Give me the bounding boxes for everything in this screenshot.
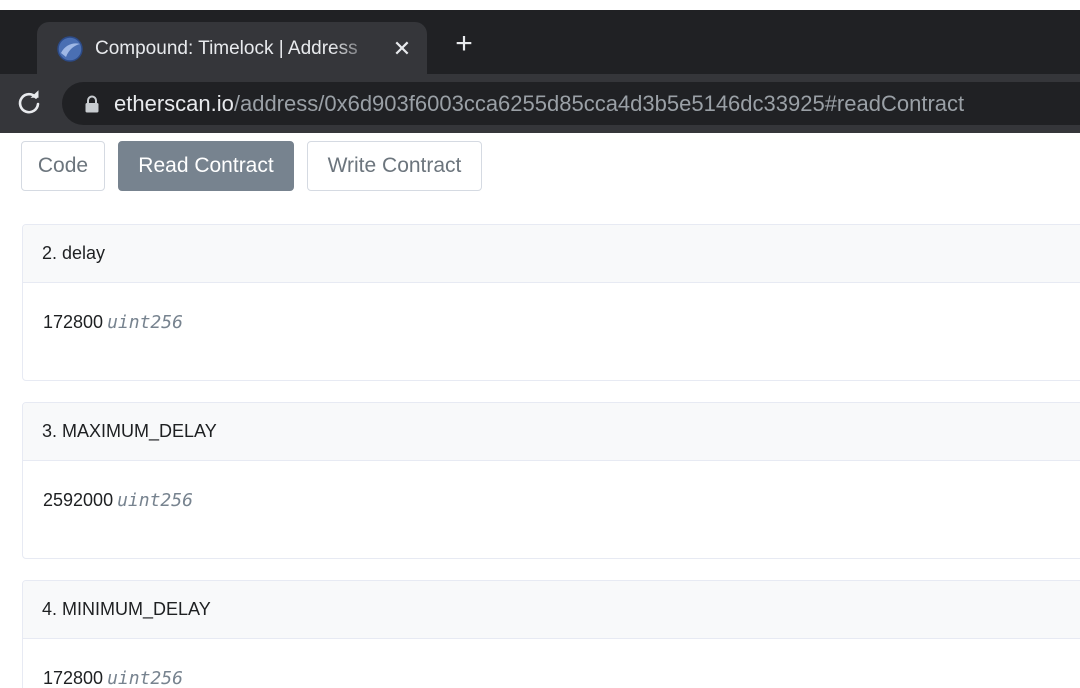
write-contract-tab-button[interactable]: Write Contract (307, 141, 482, 191)
browser-tab[interactable]: Compound: Timelock | Address ✕ (37, 22, 427, 74)
function-result: 172800 uint256 (23, 283, 1080, 333)
result-value: 172800 (43, 668, 104, 688)
url-path: /address/0x6d903f6003cca6255d85cca4d3b5e… (233, 91, 965, 116)
lock-icon (85, 95, 99, 113)
browser-toolbar: etherscan.io/address/0x6d903f6003cca6255… (0, 74, 1080, 133)
address-bar[interactable]: etherscan.io/address/0x6d903f6003cca6255… (62, 82, 1080, 125)
result-type: uint256 (117, 490, 193, 511)
tab-title: Compound: Timelock | Address (95, 38, 358, 59)
url-text[interactable]: etherscan.io/address/0x6d903f6003cca6255… (114, 82, 964, 125)
function-result: 172800 uint256 (23, 639, 1080, 688)
function-header[interactable]: 3. MAXIMUM_DELAY (23, 403, 1080, 461)
function-card-delay: 2. delay 172800 uint256 (22, 224, 1080, 381)
function-result: 2592000 uint256 (23, 461, 1080, 511)
function-header[interactable]: 4. MINIMUM_DELAY (23, 581, 1080, 639)
function-card-minimum-delay: 4. MINIMUM_DELAY 172800 uint256 (22, 580, 1080, 688)
tab-strip: Compound: Timelock | Address ✕ + (0, 10, 1080, 74)
url-host: etherscan.io (114, 91, 234, 116)
result-value: 2592000 (43, 490, 114, 510)
result-type: uint256 (107, 668, 183, 688)
result-type: uint256 (107, 312, 183, 333)
function-header[interactable]: 2. delay (23, 225, 1080, 283)
tab-close-icon[interactable]: ✕ (389, 36, 415, 62)
new-tab-icon[interactable]: + (450, 29, 478, 59)
page-content: Code Read Contract Write Contract 2. del… (0, 133, 1080, 688)
result-value: 172800 (43, 312, 104, 332)
browser-chrome: Compound: Timelock | Address ✕ + ethersc… (0, 0, 1080, 133)
read-contract-tab-button[interactable]: Read Contract (118, 141, 294, 191)
code-tab-button[interactable]: Code (21, 141, 105, 191)
reload-icon[interactable] (14, 88, 44, 118)
compound-logo-icon (57, 36, 83, 62)
function-card-maximum-delay: 3. MAXIMUM_DELAY 2592000 uint256 (22, 402, 1080, 559)
